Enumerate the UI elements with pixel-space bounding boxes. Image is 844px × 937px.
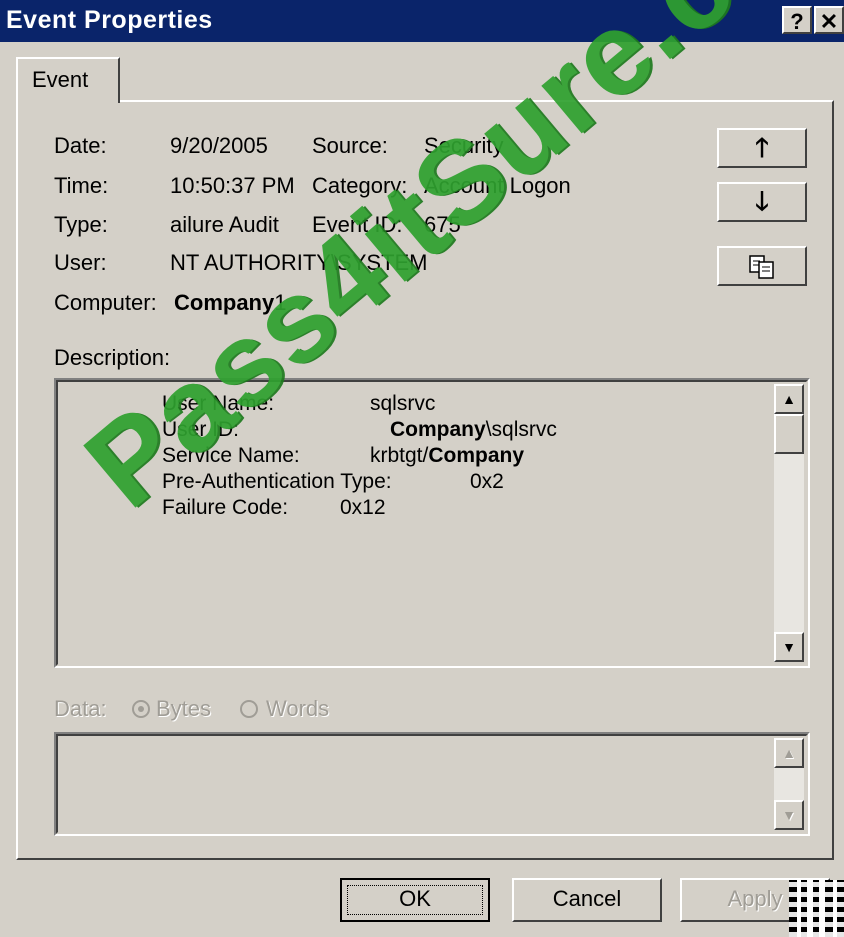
data-scrollbar[interactable]: ▲ ▼ (774, 738, 804, 830)
copy-icon (749, 255, 774, 279)
type-value: ailure Audit (170, 212, 279, 237)
source-value: Security (424, 133, 504, 158)
category-value: Account Logon (424, 173, 571, 198)
desc-user-name-value: sqlsrvc (370, 392, 436, 415)
date-label: Date: (54, 133, 107, 158)
date-value: 9/20/2005 (170, 133, 268, 158)
computer-value: Company1 (174, 290, 287, 316)
words-radio[interactable] (240, 700, 258, 718)
category-label: Category: (312, 173, 408, 198)
user-label: User: (54, 250, 107, 275)
event-properties-window: Event Properties ? ✕ Event Date: 9/20/20… (0, 0, 844, 937)
data-scroll-down-button[interactable]: ▼ (774, 800, 804, 830)
user-value: NT AUTHORITY\SYSTEM (170, 250, 428, 275)
type-label: Type: (54, 212, 108, 237)
desc-preauth-value: 0x2 (470, 470, 504, 493)
desc-failure-code-value: 0x12 (340, 496, 386, 519)
scroll-thumb[interactable] (774, 414, 804, 454)
desc-user-id-key: User ID: (162, 418, 240, 441)
cancel-button[interactable]: Cancel (512, 878, 662, 922)
time-value: 10:50:37 PM (170, 173, 295, 198)
down-arrow-icon: 🡓 (755, 186, 769, 216)
computer-name: Company (174, 290, 275, 315)
qr-code-pattern (789, 880, 844, 937)
title-bar: Event Properties ? ✕ (0, 0, 844, 42)
help-button[interactable]: ? (782, 6, 812, 34)
desc-user-name-key: User Name: (162, 392, 275, 415)
bytes-label: Bytes (156, 696, 212, 721)
tab-event[interactable]: Event (16, 57, 120, 103)
computer-label: Computer: (54, 290, 157, 315)
data-box[interactable]: ▲ ▼ (54, 732, 810, 836)
desc-failure-code-key: Failure Code: (162, 496, 289, 519)
bytes-radio[interactable] (132, 700, 150, 718)
copy-button[interactable] (717, 246, 807, 286)
next-event-button[interactable]: 🡓 (717, 182, 807, 222)
scroll-up-button[interactable]: ▲ (774, 384, 804, 414)
desc-preauth-key: Pre-Authentication Type: (162, 470, 392, 493)
close-button[interactable]: ✕ (814, 6, 844, 34)
words-label: Words (266, 696, 330, 721)
description-label: Description: (54, 345, 171, 370)
up-arrow-icon: 🡑 (755, 132, 769, 162)
data-scroll-up-button[interactable]: ▲ (774, 738, 804, 768)
ok-button[interactable]: OK (340, 878, 490, 922)
description-box[interactable]: User Name: sqlsrvc User ID: Company\sqls… (54, 378, 810, 668)
source-label: Source: (312, 133, 388, 158)
event-id-label: Event ID: (312, 212, 403, 237)
data-label: Data: (54, 696, 107, 721)
window-title: Event Properties (6, 6, 213, 34)
event-id-value: 675 (424, 212, 461, 237)
description-scrollbar[interactable]: ▲ ▼ (774, 384, 804, 662)
desc-service-name-key: Service Name: (162, 444, 300, 467)
previous-event-button[interactable]: 🡑 (717, 128, 807, 168)
computer-suffix: 1 (274, 290, 287, 315)
desc-user-id-value: Company\sqlsrvc (390, 418, 557, 441)
scroll-down-button[interactable]: ▼ (774, 632, 804, 662)
desc-service-name-value: krbtgt/Company (370, 444, 525, 467)
time-label: Time: (54, 173, 109, 198)
